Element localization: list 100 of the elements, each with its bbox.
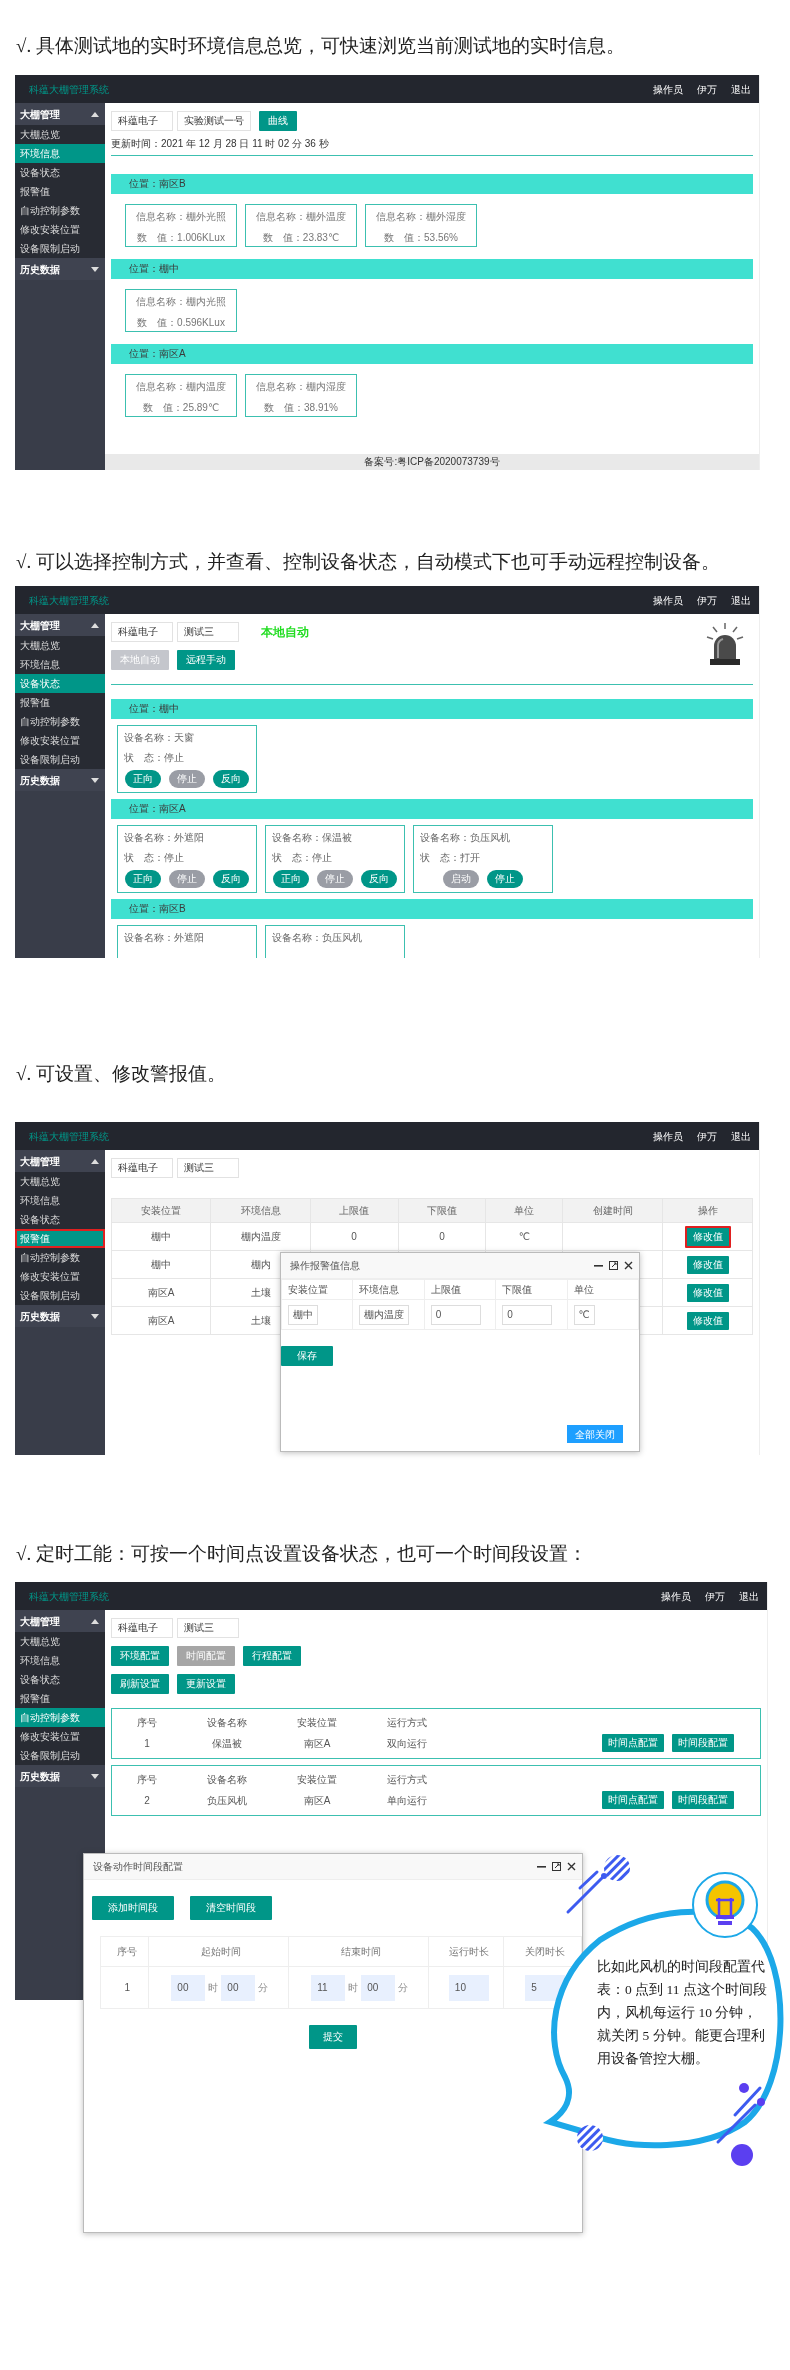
control-button[interactable]: 反向 xyxy=(361,870,397,888)
top-bar-link[interactable]: 伊万 xyxy=(697,592,717,608)
mode-button[interactable]: 远程手动 xyxy=(177,650,235,670)
input-field[interactable]: 5 xyxy=(525,1974,566,2001)
sidebar-item[interactable]: 设备状态 xyxy=(15,1210,105,1229)
maximize-icon[interactable] xyxy=(609,1261,618,1270)
sidebar-item[interactable]: 修改安装位置 xyxy=(15,220,105,239)
control-button[interactable]: 反向 xyxy=(213,870,249,888)
select-field[interactable]: 测试三 xyxy=(177,1158,239,1178)
sidebar-group[interactable]: 大棚管理 xyxy=(15,103,105,125)
edit-button[interactable]: 修改值 xyxy=(686,1311,729,1330)
config-button[interactable]: 时间段配置 xyxy=(672,1734,734,1752)
sidebar-item[interactable]: 设备限制启动 xyxy=(15,750,105,769)
sidebar-item[interactable]: 报警值 xyxy=(15,1689,105,1708)
update-time: 更新时间：2021 年 12 月 28 日 11 时 02 分 36 秒 xyxy=(111,137,330,151)
sidebar-group[interactable]: 历史数据 xyxy=(15,258,105,280)
sidebar-item[interactable]: 修改安装位置 xyxy=(15,1267,105,1286)
top-bar-link[interactable]: 退出 xyxy=(731,1128,751,1144)
sidebar-item[interactable]: 环境信息 xyxy=(15,1651,105,1670)
sidebar-item[interactable]: 大棚总览 xyxy=(15,1172,105,1191)
sidebar-group[interactable]: 大棚管理 xyxy=(15,614,105,636)
top-bar-link[interactable]: 伊万 xyxy=(705,1588,725,1604)
sidebar-group[interactable]: 大棚管理 xyxy=(15,1610,105,1632)
sidebar-item[interactable]: 修改安装位置 xyxy=(15,1727,105,1746)
sidebar-item[interactable]: 大棚总览 xyxy=(15,125,105,144)
sidebar-item[interactable]: 设备限制启动 xyxy=(15,1746,105,1765)
sidebar-item[interactable]: 设备限制启动 xyxy=(15,239,105,258)
config-tab[interactable]: 环境配置 xyxy=(111,1646,169,1666)
select-field[interactable]: 科蕴电子 xyxy=(111,622,173,642)
sidebar-item[interactable]: 自动控制参数 xyxy=(15,1708,105,1727)
sidebar-item[interactable]: 报警值 xyxy=(15,1229,105,1248)
sidebar-item[interactable]: 设备限制启动 xyxy=(15,1286,105,1305)
sidebar-item[interactable]: 报警值 xyxy=(15,182,105,201)
edit-button[interactable]: 修改值 xyxy=(684,1225,731,1248)
action-button[interactable]: 刷新设置 xyxy=(111,1674,169,1694)
dialog-button[interactable]: 清空时间段 xyxy=(190,1896,272,1920)
curve-button[interactable]: 曲线 xyxy=(259,111,297,131)
sidebar-item[interactable]: 报警值 xyxy=(15,693,105,712)
input-field[interactable]: 0 xyxy=(502,1304,553,1325)
time-field[interactable]: 11 xyxy=(311,1974,346,2001)
control-button[interactable]: 停止 xyxy=(487,870,523,888)
select-field[interactable]: 科蕴电子 xyxy=(111,111,173,131)
select-field[interactable]: 科蕴电子 xyxy=(111,1618,173,1638)
sidebar-item[interactable]: 环境信息 xyxy=(15,144,105,163)
device-name: 设备名称：外遮阳 xyxy=(124,831,205,845)
maximize-icon[interactable] xyxy=(552,1862,561,1871)
edit-button[interactable]: 修改值 xyxy=(686,1255,729,1274)
sidebar-item[interactable]: 大棚总览 xyxy=(15,636,105,655)
input-field[interactable]: 0 xyxy=(430,1304,481,1325)
edit-button[interactable]: 修改值 xyxy=(686,1283,729,1302)
caret-icon xyxy=(91,777,99,783)
column-header: 创建时间 xyxy=(562,1198,663,1223)
sidebar-group[interactable]: 历史数据 xyxy=(15,1765,105,1787)
control-button[interactable]: 正向 xyxy=(125,770,161,788)
top-bar-link[interactable]: 退出 xyxy=(731,81,751,97)
sidebar-item[interactable]: 自动控制参数 xyxy=(15,712,105,731)
sidebar-item[interactable]: 设备状态 xyxy=(15,163,105,182)
sidebar-item[interactable]: 自动控制参数 xyxy=(15,1248,105,1267)
dialog-button[interactable]: 添加时间段 xyxy=(92,1896,174,1920)
top-bar-link[interactable]: 退出 xyxy=(739,1588,759,1604)
select-field[interactable]: 测试三 xyxy=(177,622,239,642)
top-bar-link[interactable]: 伊万 xyxy=(697,81,717,97)
sidebar-item[interactable]: 设备状态 xyxy=(15,1670,105,1689)
config-button[interactable]: 时间点配置 xyxy=(602,1734,664,1752)
info-name: 信息名称：棚外光照 xyxy=(135,210,227,224)
select-field[interactable]: 科蕴电子 xyxy=(111,1158,173,1178)
close-icon[interactable] xyxy=(624,1261,633,1270)
config-tab[interactable]: 行程配置 xyxy=(243,1646,301,1666)
close-icon[interactable] xyxy=(567,1862,576,1871)
time-field[interactable]: 00 xyxy=(221,1974,256,2001)
top-bar-link[interactable]: 伊万 xyxy=(697,1128,717,1144)
config-button[interactable]: 时间段配置 xyxy=(672,1791,734,1809)
select-field[interactable]: 测试三 xyxy=(177,1618,239,1638)
config-button[interactable]: 时间点配置 xyxy=(602,1791,664,1809)
time-field[interactable]: 00 xyxy=(171,1974,206,2001)
top-bar-link[interactable]: 操作员 xyxy=(661,1588,691,1604)
info-value: 数 值：0.596KLux xyxy=(136,316,226,330)
top-bar-link[interactable]: 操作员 xyxy=(653,1128,683,1144)
top-bar-link[interactable]: 操作员 xyxy=(653,81,683,97)
control-button[interactable]: 正向 xyxy=(273,870,309,888)
top-bar-link[interactable]: 操作员 xyxy=(653,592,683,608)
save-button[interactable]: 保存 xyxy=(281,1346,333,1366)
sidebar-item[interactable]: 设备状态 xyxy=(15,674,105,693)
sidebar-item[interactable]: 环境信息 xyxy=(15,1191,105,1210)
sidebar-item[interactable]: 环境信息 xyxy=(15,655,105,674)
select-field[interactable]: 实验测试一号 xyxy=(177,111,251,131)
action-button[interactable]: 更新设置 xyxy=(177,1674,235,1694)
top-bar-link[interactable]: 退出 xyxy=(731,592,751,608)
sidebar-group[interactable]: 历史数据 xyxy=(15,1305,105,1327)
sidebar-item[interactable]: 自动控制参数 xyxy=(15,201,105,220)
control-button[interactable]: 反向 xyxy=(213,770,249,788)
sidebar-item[interactable]: 大棚总览 xyxy=(15,1632,105,1651)
sidebar-item[interactable]: 修改安装位置 xyxy=(15,731,105,750)
control-button[interactable]: 正向 xyxy=(125,870,161,888)
input-field[interactable]: 10 xyxy=(448,1974,489,2001)
sidebar-group[interactable]: 大棚管理 xyxy=(15,1150,105,1172)
time-field[interactable]: 00 xyxy=(361,1974,396,2001)
submit-button[interactable]: 提交 xyxy=(309,2025,357,2049)
input-field: 棚中 xyxy=(288,1304,318,1325)
sidebar-group[interactable]: 历史数据 xyxy=(15,769,105,791)
